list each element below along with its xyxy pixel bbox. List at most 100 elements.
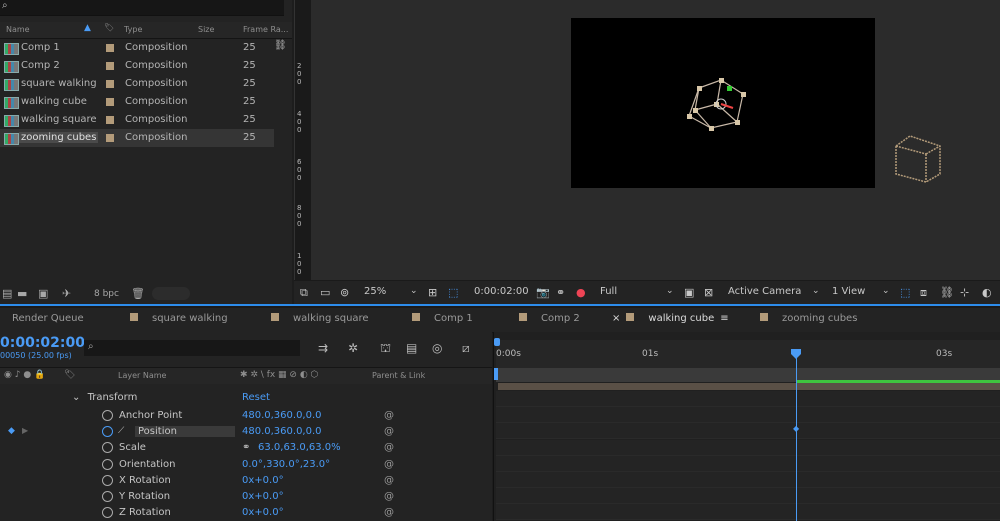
constrain-proportions-icon[interactable]: ⚭	[242, 442, 250, 453]
fast-preview-icon[interactable]: ▣	[684, 286, 694, 299]
interpret-footage-icon[interactable]: ▤	[2, 287, 12, 300]
label-tag-icon[interactable]: 🏷	[64, 370, 75, 380]
project-item[interactable]: Comp 2 Composition 25	[0, 57, 274, 75]
stopwatch-icon[interactable]	[102, 507, 113, 519]
project-search-input[interactable]: ⌕	[0, 0, 284, 16]
property-value[interactable]: 0x+0.0°	[242, 475, 284, 486]
flowchart-icon[interactable]: ⛓	[940, 286, 954, 299]
timeline-search-input[interactable]: ⌕	[84, 340, 300, 356]
toggle-pixel-icon[interactable]: ⬚	[900, 286, 910, 299]
monitor-icon[interactable]: ▭	[320, 286, 330, 299]
pick-whip-icon[interactable]: @	[384, 459, 394, 470]
property-value[interactable]: 0x+0.0°	[242, 507, 284, 518]
next-keyframe-icon[interactable]: ▶	[22, 426, 28, 435]
track-row[interactable]	[496, 504, 1000, 521]
composition-frame[interactable]	[571, 18, 875, 188]
region-of-interest-icon[interactable]: ⬚	[448, 286, 458, 299]
exposure-icon[interactable]: ◐	[982, 286, 992, 299]
chevron-down-icon[interactable]: ⌄	[72, 392, 80, 403]
grid-icon[interactable]: ⊞	[428, 286, 437, 299]
tab-render-queue[interactable]: Render Queue	[12, 313, 84, 324]
tab-comp-1[interactable]: Comp 1	[412, 313, 473, 324]
sort-ascending-icon[interactable]: ▲	[84, 23, 91, 33]
frame-blending-icon[interactable]: ▤	[406, 341, 417, 355]
shy-layers-icon[interactable]: ⛫	[380, 341, 391, 357]
pick-whip-icon[interactable]: @	[384, 426, 394, 437]
stopwatch-icon[interactable]	[102, 442, 113, 454]
stopwatch-icon[interactable]	[102, 491, 113, 502]
timeline-icon[interactable]: ⧈	[920, 286, 927, 300]
timeline-timecode[interactable]: 0:00:02:00	[0, 335, 85, 351]
pick-whip-icon[interactable]: @	[384, 410, 394, 421]
column-layer-name[interactable]: Layer Name	[118, 371, 166, 380]
pick-whip-icon[interactable]: @	[384, 475, 394, 486]
project-item[interactable]: zooming cubes Composition 25	[0, 129, 274, 147]
transform-property-row[interactable]: Z Rotation 0x+0.0° @	[0, 505, 492, 521]
transform-property-row[interactable]: Orientation 0.0°,330.0°,23.0° @	[0, 457, 492, 473]
label-color-swatch[interactable]	[106, 116, 114, 124]
label-color-swatch[interactable]	[106, 62, 114, 70]
track-row[interactable]	[496, 439, 1000, 456]
transform-property-row[interactable]: X Rotation 0x+0.0° @	[0, 473, 492, 489]
playhead-handle[interactable]	[790, 348, 802, 360]
channels-icon[interactable]: ●	[576, 286, 586, 299]
tab-walking-square[interactable]: walking square	[271, 313, 369, 324]
transform-group[interactable]: ⌄ Transform	[72, 392, 137, 403]
trash-icon[interactable]: 🗑	[131, 287, 145, 300]
show-snapshot-icon[interactable]: ⚭	[556, 286, 565, 299]
transparency-grid-icon[interactable]: ⊠	[704, 286, 713, 299]
time-ruler[interactable]: 0:00s 01s 03s	[496, 340, 1000, 368]
column-type[interactable]: Type	[124, 25, 142, 34]
resolution-chevron-down-icon[interactable]: ⌄	[666, 286, 674, 296]
view-layout-select[interactable]: 1 View	[832, 286, 865, 297]
comp-flow-icon[interactable]: ⇉	[318, 341, 328, 355]
camera-chevron-down-icon[interactable]: ⌄	[812, 286, 820, 296]
track-row[interactable]	[496, 391, 1000, 407]
viewer-timecode[interactable]: 0:00:02:00	[474, 286, 529, 297]
property-value[interactable]: 63.0,63.0,63.0%	[258, 442, 341, 453]
bpc-label[interactable]: 8 bpc	[94, 289, 119, 299]
motion-blur-icon[interactable]: ◎	[432, 341, 442, 355]
transform-property-row[interactable]: ⟋ Position 480.0,360.0,0.0 @	[0, 424, 492, 440]
graph-icon[interactable]: ⟋	[118, 426, 124, 436]
track-row[interactable]	[496, 455, 1000, 472]
close-icon[interactable]: ×	[612, 313, 620, 324]
property-value[interactable]: 0.0°,330.0°,23.0°	[242, 459, 330, 470]
draft-3d-icon[interactable]: ✲	[348, 341, 358, 355]
tab-zooming-cubes[interactable]: zooming cubes	[760, 313, 857, 324]
graph-editor-icon[interactable]: ⧄	[462, 341, 470, 356]
stopwatch-icon[interactable]	[102, 410, 113, 421]
pick-whip-icon[interactable]: @	[384, 491, 394, 502]
project-item[interactable]: walking square Composition 25	[0, 111, 274, 129]
stopwatch-icon[interactable]	[102, 458, 113, 470]
column-parent-link[interactable]: Parent & Link	[372, 371, 425, 380]
zoom-select[interactable]: 25%	[364, 286, 386, 297]
new-composition-icon[interactable]: ▣	[38, 287, 48, 300]
camera-select[interactable]: Active Camera	[728, 286, 801, 297]
always-preview-icon[interactable]: ⧉	[300, 286, 308, 300]
keyframe-diamond-icon[interactable]: ◆	[8, 426, 15, 436]
flowchart-icon[interactable]: ⛓	[274, 40, 288, 54]
label-color-swatch[interactable]	[106, 134, 114, 142]
track-row[interactable]	[496, 423, 1000, 440]
tab-comp-2[interactable]: Comp 2	[519, 313, 580, 324]
playhead-line[interactable]	[796, 350, 797, 521]
work-area-start-handle[interactable]	[494, 338, 500, 346]
project-item[interactable]: walking cube Composition 25	[0, 93, 274, 111]
snapshot-camera-icon[interactable]: 📷	[536, 286, 550, 299]
layer-in-handle[interactable]	[494, 368, 498, 380]
view-chevron-down-icon[interactable]: ⌄	[882, 286, 890, 296]
pick-whip-icon[interactable]: @	[384, 507, 394, 518]
thumbnail-scroll[interactable]	[152, 287, 190, 300]
label-color-swatch[interactable]	[106, 98, 114, 106]
zoom-chevron-down-icon[interactable]: ⌄	[410, 286, 418, 296]
layer-switches-icon[interactable]: ✱ ✲ \ fx ▦ ⊘ ◐ ⬡	[240, 370, 318, 380]
label-color-swatch[interactable]	[106, 80, 114, 88]
property-value[interactable]: 0x+0.0°	[242, 491, 284, 502]
position-keyframe-icon[interactable]: ◆	[793, 424, 799, 433]
project-item[interactable]: square walking Composition 25	[0, 75, 274, 93]
project-item[interactable]: Comp 1 Composition 25	[0, 39, 274, 57]
render-icon[interactable]: ✈	[62, 287, 71, 300]
column-frame-rate[interactable]: Frame Ra...	[243, 25, 288, 34]
property-value[interactable]: 480.0,360.0,0.0	[242, 410, 322, 421]
